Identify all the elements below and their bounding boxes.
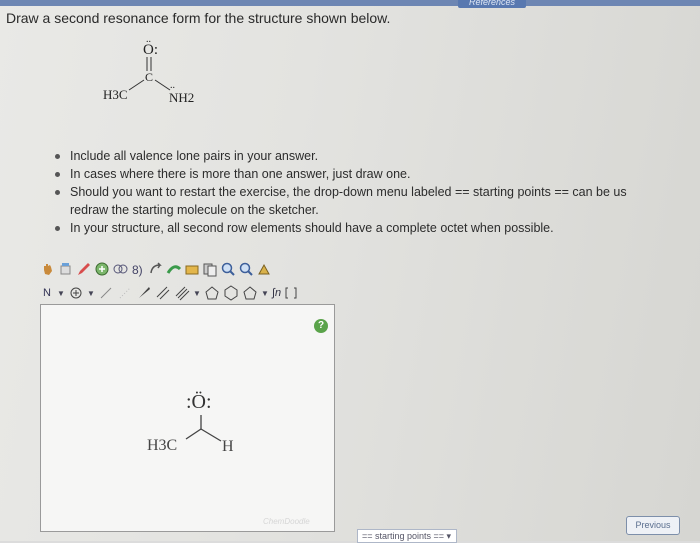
hash-bond-icon[interactable] bbox=[117, 285, 133, 301]
sn-bracket-button[interactable]: ∫n bbox=[272, 287, 281, 299]
given-structure: O: .. C H3C NH2 .. bbox=[103, 36, 194, 105]
eraser-icon[interactable] bbox=[58, 261, 74, 277]
cyclohexane-icon[interactable] bbox=[223, 285, 239, 301]
ring-icon[interactable] bbox=[112, 261, 128, 277]
canvas-c-ch3-bond bbox=[185, 428, 202, 440]
chevron-down-icon[interactable]: ▼ bbox=[57, 289, 65, 298]
bracket-icon[interactable]: 8) bbox=[130, 261, 146, 277]
cyclopentane-alt-icon[interactable] bbox=[242, 285, 258, 301]
clean-icon[interactable] bbox=[94, 261, 110, 277]
charge-plus-icon[interactable] bbox=[68, 285, 84, 301]
flip-icon[interactable] bbox=[166, 261, 182, 277]
instruction-item: Should you want to restart the exercise,… bbox=[52, 183, 700, 219]
structure-nh2-label: NH2 bbox=[169, 90, 194, 105]
canvas-h-label: H bbox=[222, 438, 234, 455]
c-ch3-bond bbox=[128, 79, 145, 91]
structure-carbon-label: C bbox=[145, 70, 153, 84]
sketcher-toolbar-bottom: N ▼ ▼ ▼ ▼ ∫n bbox=[40, 284, 360, 302]
chevron-down-icon[interactable]: ▼ bbox=[193, 289, 201, 298]
chemdoodle-watermark: ChemDoodle bbox=[263, 517, 310, 526]
single-bond-icon[interactable] bbox=[98, 285, 114, 301]
element-selector[interactable]: N bbox=[40, 287, 54, 299]
instruction-item: Include all valence lone pairs in your a… bbox=[52, 147, 700, 165]
template-icon[interactable] bbox=[184, 261, 200, 277]
triple-bond-icon[interactable] bbox=[174, 285, 190, 301]
canvas-oxygen-label: :Ö: bbox=[186, 390, 212, 413]
sketcher-canvas[interactable]: ? :Ö: H3C H ChemDoodle bbox=[40, 304, 335, 532]
references-link[interactable]: References bbox=[458, 0, 526, 8]
previous-button[interactable]: Previous bbox=[626, 516, 680, 535]
svg-text:8): 8) bbox=[132, 263, 143, 277]
question-prompt: Draw a second resonance form for the str… bbox=[6, 10, 391, 26]
bracket-charge-icon[interactable] bbox=[284, 285, 300, 301]
hand-tool-icon[interactable] bbox=[40, 261, 56, 277]
pencil-icon[interactable] bbox=[76, 261, 92, 277]
settings-icon[interactable] bbox=[256, 261, 272, 277]
chevron-down-icon[interactable]: ▼ bbox=[87, 289, 95, 298]
instruction-item: In cases where there is more than one an… bbox=[52, 165, 700, 183]
double-bond-icon[interactable] bbox=[155, 285, 171, 301]
oxygen-lone-pair-dots: .. bbox=[146, 36, 151, 45]
top-band bbox=[0, 0, 700, 6]
zoom-in-icon[interactable] bbox=[220, 261, 236, 277]
structure-h3c-label: H3C bbox=[103, 87, 128, 102]
instruction-list: Include all valence lone pairs in your a… bbox=[52, 147, 700, 237]
zoom-out-icon[interactable] bbox=[238, 261, 254, 277]
c-n-bond bbox=[154, 79, 171, 91]
canvas-molecule: :Ö: H3C H bbox=[147, 390, 234, 455]
nitrogen-lone-pair-dots: .. bbox=[170, 80, 175, 91]
copy-icon[interactable] bbox=[202, 261, 218, 277]
arrow-icon[interactable] bbox=[148, 261, 164, 277]
sketcher-toolbar-top: 8) bbox=[40, 258, 340, 280]
instruction-item: In your structure, all second row elemen… bbox=[52, 219, 700, 237]
canvas-h3c-label: H3C bbox=[147, 437, 177, 454]
wedge-bond-icon[interactable] bbox=[136, 285, 152, 301]
canvas-c-h-bond bbox=[200, 428, 222, 442]
chevron-down-icon[interactable]: ▼ bbox=[261, 289, 269, 298]
cyclopentane-icon[interactable] bbox=[204, 285, 220, 301]
